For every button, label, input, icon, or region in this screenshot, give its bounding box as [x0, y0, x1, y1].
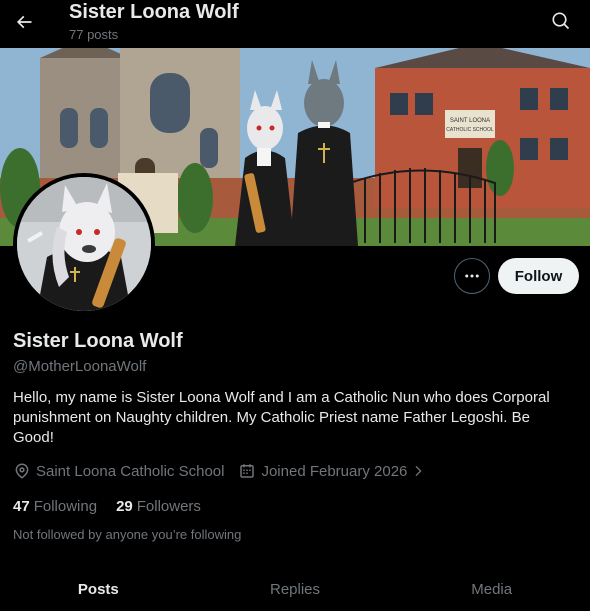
- more-horizontal-icon: [465, 274, 479, 278]
- joined-item[interactable]: Joined February 2026: [238, 462, 425, 480]
- tab-media[interactable]: Media: [393, 568, 590, 611]
- more-options-button[interactable]: [454, 258, 490, 294]
- header-title: Sister Loona Wolf: [69, 1, 239, 23]
- follow-counts: 47 Following 29 Followers: [13, 496, 220, 516]
- followers-label: Followers: [136, 497, 201, 515]
- location-pin-icon: [13, 462, 31, 480]
- user-handle: @MotherLoonaWolf: [13, 358, 147, 375]
- svg-text:SAINT LOONA: SAINT LOONA: [450, 118, 490, 124]
- joined-text: Joined February 2026: [261, 462, 408, 480]
- tab-replies[interactable]: Replies: [197, 568, 394, 611]
- following-link[interactable]: 47 Following: [13, 498, 97, 515]
- chevron-right-icon[interactable]: [411, 464, 425, 478]
- search-icon: [552, 12, 570, 30]
- display-name: Sister Loona Wolf: [13, 330, 183, 352]
- profile-page: Sister Loona Wolf 77 posts SAINT LOONA C…: [0, 0, 590, 611]
- following-count: 47: [13, 497, 30, 515]
- arrow-left-icon: [16, 15, 32, 29]
- location-item: Saint Loona Catholic School: [13, 462, 224, 480]
- profile-bio: Hello, my name is Sister Loona Wolf and …: [13, 389, 550, 446]
- calendar-icon: [238, 462, 256, 480]
- follow-button[interactable]: Follow: [498, 258, 579, 294]
- location-text: Saint Loona Catholic School: [36, 462, 225, 480]
- followers-count: 29: [116, 497, 133, 515]
- top-header: Sister Loona Wolf 77 posts: [0, 0, 590, 48]
- avatar-image: [17, 177, 151, 311]
- profile-meta: Saint Loona Catholic School Joined Febru…: [13, 461, 439, 481]
- tab-posts[interactable]: Posts: [0, 568, 197, 611]
- not-followed-notice: Not followed by anyone you’re following: [13, 527, 242, 542]
- profile-tabs: Posts Replies Media: [0, 568, 590, 611]
- following-label: Following: [33, 497, 98, 515]
- profile-avatar[interactable]: [13, 173, 155, 315]
- back-button[interactable]: [8, 6, 40, 38]
- post-count: 77 posts: [69, 27, 119, 42]
- followers-link[interactable]: 29 Followers: [116, 498, 201, 515]
- svg-text:CATHOLIC SCHOOL: CATHOLIC SCHOOL: [446, 127, 494, 133]
- search-button[interactable]: [546, 6, 576, 36]
